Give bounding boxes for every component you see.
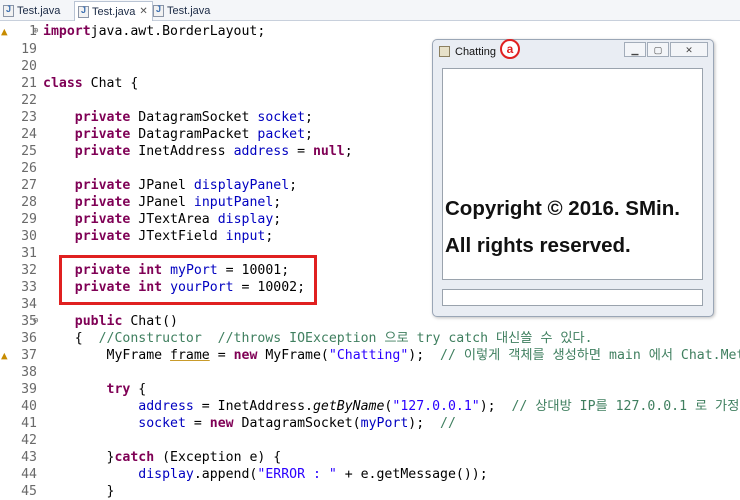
code-text: } <box>43 484 115 499</box>
code-text: { //Constructor //throws IOException 으로 … <box>43 331 593 346</box>
fold-toggle-icon[interactable]: ⊕ <box>33 23 38 40</box>
line-number: 29 <box>21 212 37 227</box>
window-controls: ▁ ▢ ✕ <box>623 42 708 57</box>
tab-label: Test.java <box>17 4 61 17</box>
line-number: 25 <box>21 144 37 159</box>
line-number: 20 <box>21 59 37 74</box>
tab-test-java-2[interactable]: Test.java ✕ <box>74 1 153 21</box>
code-text: socket = new DatagramSocket(myPort); // <box>138 416 456 431</box>
chat-input-field[interactable] <box>442 289 703 306</box>
tab-label: Test.java <box>167 4 211 17</box>
close-icon[interactable]: ✕ <box>670 42 708 57</box>
line-number: 28 <box>21 195 37 210</box>
code-text: private DatagramPacket packet; <box>74 127 313 142</box>
code-text: address = InetAddress.getByName("127.0.0… <box>138 399 740 414</box>
code-text: private JPanel displayPanel; <box>74 178 298 193</box>
line-number: 33 <box>21 280 37 295</box>
minimize-icon[interactable]: ▁ <box>624 42 646 57</box>
code-line: 45 } <box>0 483 740 500</box>
warning-icon[interactable]: ▲ <box>1 23 8 40</box>
code-line: 43 }catch (Exception e) { <box>0 449 740 466</box>
code-text: private DatagramSocket socket; <box>74 110 313 125</box>
code-text: MyFrame frame = new MyFrame("Chatting");… <box>43 348 740 363</box>
code-line: 36 { //Constructor //throws IOException … <box>0 330 740 347</box>
line-number: 45 <box>21 484 37 499</box>
tab-test-java-1[interactable]: Test.java <box>0 2 60 19</box>
editor-tab-bar: Test.java Test.java ✕ Test.java <box>0 0 740 21</box>
copyright-line-2: All rights reserved. <box>445 234 631 257</box>
line-number: 30 <box>21 229 37 244</box>
line-number: 43 <box>21 450 37 465</box>
java-file-icon <box>78 5 89 18</box>
code-text: public Chat() <box>74 314 178 329</box>
code-text: }catch (Exception e) { <box>43 450 282 465</box>
line-number: 32 <box>21 263 37 278</box>
code-line: 42 <box>0 432 740 449</box>
code-line: 39 try { <box>0 381 740 398</box>
fold-toggle-icon[interactable]: ⊖ <box>33 313 38 330</box>
line-number: 23 <box>21 110 37 125</box>
line-number: 41 <box>21 416 37 431</box>
copyright-line-1: Copyright © 2016. SMin. <box>445 197 680 220</box>
java-file-icon <box>3 4 14 17</box>
line-number: 44 <box>21 467 37 482</box>
line-number: 24 <box>21 127 37 142</box>
chat-display-area[interactable]: Copyright © 2016. SMin. All rights reser… <box>442 68 703 280</box>
line-number: 39 <box>21 382 37 397</box>
code-line: 41 socket = new DatagramSocket(myPort); … <box>0 415 740 432</box>
code-text: importjava.awt.BorderLayout; <box>43 24 266 39</box>
code-text: display.append("ERROR : " + e.getMessage… <box>138 467 488 482</box>
tab-test-java-3[interactable]: Test.java <box>150 2 210 19</box>
code-text: try { <box>106 382 147 397</box>
line-number: 34 <box>21 297 37 312</box>
line-number: 27 <box>21 178 37 193</box>
line-number: 21 <box>21 76 37 91</box>
code-text: private JPanel inputPanel; <box>74 195 282 210</box>
line-number: 31 <box>21 246 37 261</box>
line-number: 40 <box>21 399 37 414</box>
line-number: 22 <box>21 93 37 108</box>
close-icon[interactable]: ✕ <box>139 6 147 17</box>
line-number: 26 <box>21 161 37 176</box>
code-line: 37 MyFrame frame = new MyFrame("Chatting… <box>0 347 740 364</box>
code-text: class Chat { <box>43 76 139 91</box>
highlight-box <box>59 255 317 305</box>
code-line: 44 display.append("ERROR : " + e.getMess… <box>0 466 740 483</box>
java-app-icon <box>439 46 450 57</box>
code-text: private InetAddress address = null; <box>74 144 353 159</box>
line-number: 35 <box>21 314 37 329</box>
maximize-icon[interactable]: ▢ <box>647 42 669 57</box>
code-line: 1 importjava.awt.BorderLayout; ▲ ⊕ <box>0 23 740 40</box>
chat-window[interactable]: Chatting a ▁ ▢ ✕ Copyright © 2016. SMin.… <box>432 39 714 317</box>
code-text: private JTextField input; <box>74 229 274 244</box>
warning-icon[interactable]: ▲ <box>1 347 8 364</box>
code-line: 40 address = InetAddress.getByName("127.… <box>0 398 740 415</box>
window-title: Chatting <box>455 46 496 58</box>
java-file-icon <box>153 4 164 17</box>
code-line: 38 <box>0 364 740 381</box>
line-number: 42 <box>21 433 37 448</box>
annotation-badge: a <box>500 39 520 59</box>
line-number: 19 <box>21 42 37 57</box>
code-text: private JTextArea display; <box>74 212 282 227</box>
line-number: 36 <box>21 331 37 346</box>
line-number: 38 <box>21 365 37 380</box>
tab-label: Test.java <box>92 5 136 18</box>
